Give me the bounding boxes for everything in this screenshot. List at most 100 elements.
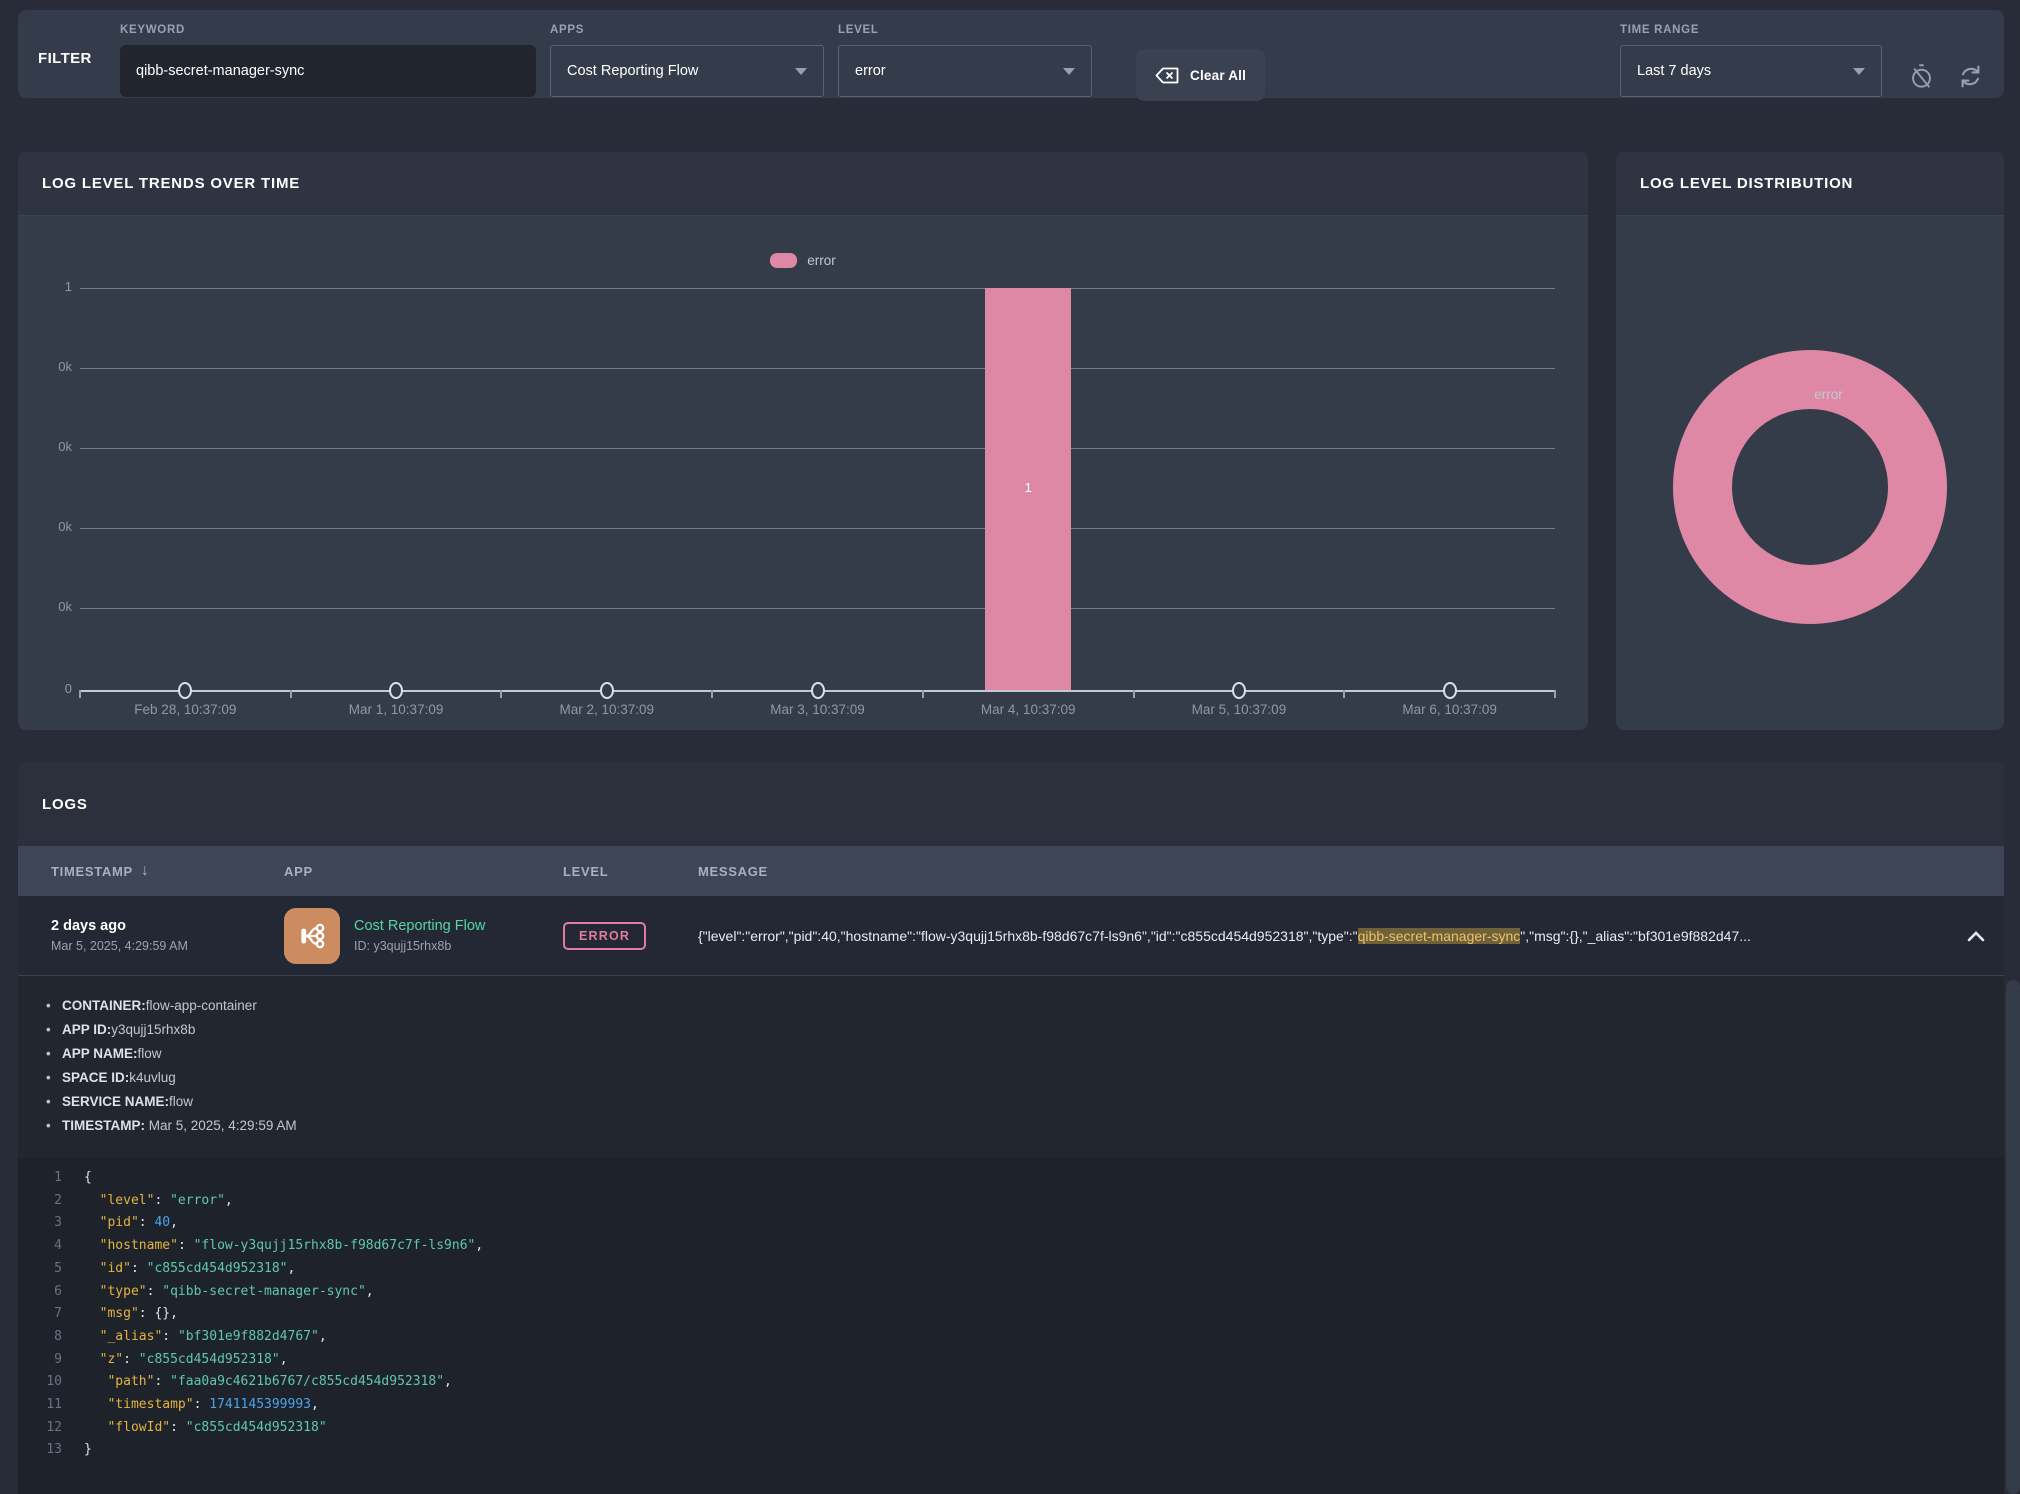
code-line: 7 "msg": {},: [32, 1303, 2004, 1326]
y-tick-label: 0k: [18, 359, 72, 374]
log-time-absolute: Mar 5, 2025, 4:29:59 AM: [51, 939, 284, 953]
x-axis-tick: [290, 690, 292, 698]
x-tick-label: Mar 6, 10:37:09: [1345, 702, 1555, 717]
column-header-message[interactable]: MESSAGE: [698, 864, 1948, 879]
line-number: 10: [32, 1371, 62, 1394]
logs-scrollbar[interactable]: [2006, 980, 2020, 1494]
x-tick-label: Feb 28, 10:37:09: [80, 702, 290, 717]
level-select-value: error: [855, 63, 886, 79]
refresh-icon: [1957, 63, 1984, 90]
logs-table-header: TIMESTAMP ↓ APP LEVEL MESSAGE: [18, 846, 2004, 896]
x-axis-tick: [1133, 690, 1135, 698]
code-line: 6 "type": "qibb-secret-manager-sync",: [32, 1281, 2004, 1304]
code-text: "z": "c855cd454d952318",: [84, 1349, 288, 1372]
filter-bar: FILTER KEYWORD APPS Cost Reporting Flow …: [18, 10, 2004, 98]
zero-value-marker: [1232, 682, 1246, 699]
bar-value-label: 1: [1008, 480, 1048, 495]
keyword-input[interactable]: [120, 45, 536, 97]
log-app-cell: Cost Reporting Flow ID: y3qujj15rhx8b: [284, 908, 563, 964]
code-line: 1{: [32, 1167, 2004, 1190]
code-text: "flowId": "c855cd454d952318": [84, 1417, 327, 1440]
distribution-title: LOG LEVEL DISTRIBUTION: [1640, 175, 1853, 192]
code-text: "path": "faa0a9c4621b6767/c855cd454d9523…: [84, 1371, 452, 1394]
clear-all-label: Clear All: [1190, 68, 1246, 83]
gridline: [80, 608, 1555, 609]
time-range-field: TIME RANGE Last 7 days: [1620, 24, 1882, 97]
time-range-select-value: Last 7 days: [1637, 63, 1711, 79]
code-line: 4 "hostname": "flow-y3qujj15rhx8b-f98d67…: [32, 1235, 2004, 1258]
chevron-down-icon: [1063, 68, 1075, 75]
detail-item: SPACE ID:k4uvlug: [62, 1070, 2004, 1085]
apps-field: APPS Cost Reporting Flow: [550, 24, 824, 97]
gridline: [80, 288, 1555, 289]
log-dashboard: FILTER KEYWORD APPS Cost Reporting Flow …: [0, 0, 2020, 1494]
code-text: "timestamp": 1741145399993,: [84, 1394, 319, 1417]
apps-label: APPS: [550, 24, 824, 36]
app-id: ID: y3qujj15rhx8b: [354, 939, 485, 953]
log-details: CONTAINER:flow-app-container APP ID:y3quj…: [18, 976, 2004, 1494]
code-line: 11 "timestamp": 1741145399993,: [32, 1394, 2004, 1417]
detail-item: APP ID:y3qujj15rhx8b: [62, 1022, 2004, 1037]
detail-item: CONTAINER:flow-app-container: [62, 998, 2004, 1013]
x-axis-tick: [500, 690, 502, 698]
line-number: 7: [32, 1303, 62, 1326]
distribution-panel-header: LOG LEVEL DISTRIBUTION: [1616, 152, 2004, 216]
y-tick-label: 0k: [18, 599, 72, 614]
code-block[interactable]: 1{2 "level": "error",3 "pid": 40,4 "host…: [18, 1158, 2004, 1494]
code-text: "_alias": "bf301e9f882d4767",: [84, 1326, 327, 1349]
code-line: 10 "path": "faa0a9c4621b6767/c855cd454d9…: [32, 1371, 2004, 1394]
code-line: 2 "level": "error",: [32, 1190, 2004, 1213]
code-text: "type": "qibb-secret-manager-sync",: [84, 1281, 374, 1304]
message-highlight: qibb-secret-manager-sync: [1358, 928, 1521, 944]
log-time-relative: 2 days ago: [51, 918, 284, 934]
code-text: "level": "error",: [84, 1190, 233, 1213]
x-tick-label: Mar 1, 10:37:09: [291, 702, 501, 717]
gridline: [80, 448, 1555, 449]
detail-item: TIMESTAMP: Mar 5, 2025, 4:29:59 AM: [62, 1118, 2004, 1133]
column-header-timestamp[interactable]: TIMESTAMP ↓: [51, 862, 284, 880]
code-text: "id": "c855cd454d952318",: [84, 1258, 295, 1281]
x-tick-label: Mar 3, 10:37:09: [713, 702, 923, 717]
distribution-legend[interactable]: error: [1616, 387, 2004, 402]
logs-panel: LOGS TIMESTAMP ↓ APP LEVEL MESSAGE 2 day…: [18, 762, 2004, 1494]
log-row[interactable]: 2 days ago Mar 5, 2025, 4:29:59 AM: [18, 896, 2004, 976]
refresh-button[interactable]: [1957, 62, 1984, 90]
level-select[interactable]: error: [838, 45, 1092, 97]
gridline: [80, 528, 1555, 529]
code-text: "pid": 40,: [84, 1212, 178, 1235]
trends-legend[interactable]: error: [18, 253, 1588, 268]
line-number: 1: [32, 1167, 62, 1190]
detail-item: APP NAME:flow: [62, 1046, 2004, 1061]
chevron-up-icon[interactable]: [1948, 929, 2004, 943]
code-text: "msg": {},: [84, 1303, 178, 1326]
code-text: "hostname": "flow-y3qujj15rhx8b-f98d67c7…: [84, 1235, 483, 1258]
level-label: LEVEL: [838, 24, 1092, 36]
apps-select[interactable]: Cost Reporting Flow: [550, 45, 824, 97]
line-number: 8: [32, 1326, 62, 1349]
filter-title: FILTER: [38, 50, 120, 67]
zero-value-marker: [178, 682, 192, 699]
y-tick-label: 0: [18, 681, 72, 696]
sort-desc-icon: ↓: [141, 862, 150, 880]
trends-panel-body: 10k0k0k0k0Feb 28, 10:37:09Mar 1, 10:37:0…: [18, 216, 1588, 730]
code-text: }: [84, 1439, 92, 1462]
x-axis-tick: [1554, 690, 1556, 698]
line-number: 4: [32, 1235, 62, 1258]
line-number: 6: [32, 1281, 62, 1304]
column-header-app[interactable]: APP: [284, 864, 563, 879]
details-list: CONTAINER:flow-app-container APP ID:y3quj…: [18, 998, 2004, 1133]
clear-all-button[interactable]: Clear All: [1136, 49, 1265, 101]
logs-title: LOGS: [42, 796, 88, 813]
y-tick-label: 0k: [18, 439, 72, 454]
level-badge: ERROR: [563, 922, 646, 950]
column-header-level[interactable]: LEVEL: [563, 864, 698, 879]
keyword-label: KEYWORD: [120, 24, 536, 36]
app-name-link[interactable]: Cost Reporting Flow: [354, 918, 485, 934]
log-timestamp-cell: 2 days ago Mar 5, 2025, 4:29:59 AM: [51, 918, 284, 953]
code-line: 3 "pid": 40,: [32, 1212, 2004, 1235]
x-tick-label: Mar 2, 10:37:09: [502, 702, 712, 717]
time-range-select[interactable]: Last 7 days: [1620, 45, 1882, 97]
distribution-panel: LOG LEVEL DISTRIBUTION error: [1616, 152, 2004, 730]
auto-refresh-off-button[interactable]: [1908, 62, 1935, 90]
zero-value-marker: [389, 682, 403, 699]
